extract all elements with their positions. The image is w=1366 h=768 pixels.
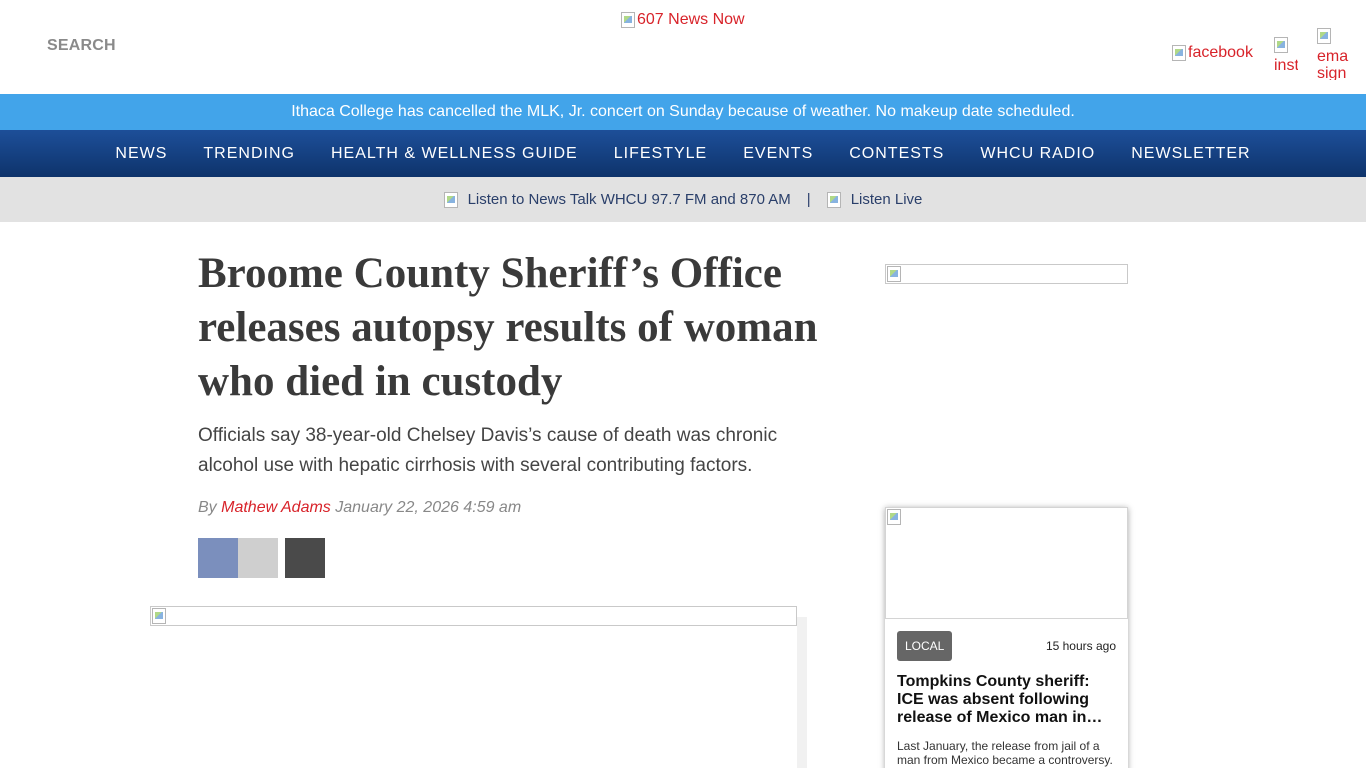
play-icon [826,191,841,208]
listen-station-link[interactable]: Listen to News Talk WHCU 97.7 FM and 870… [443,191,791,208]
logo-alt-text: 607 News Now [637,11,745,28]
broken-image-icon [1317,28,1331,44]
broken-image-icon [887,509,901,525]
broken-image-icon [1274,37,1288,53]
nav-item-newsletter[interactable]: NEWSLETTER [1131,145,1250,163]
broken-image-icon [887,266,901,282]
facebook-link[interactable]: facebook [1172,44,1253,62]
nav-item-trending[interactable]: TRENDING [203,145,295,163]
main-nav: NEWS TRENDING HEALTH & WELLNESS GUIDE LI… [0,130,1366,177]
nav-item-news[interactable]: NEWS [115,145,167,163]
site-logo[interactable]: 607 News Now [621,11,745,29]
listen-live-text: Listen Live [850,191,923,208]
search-link[interactable]: SEARCH [47,37,116,55]
share-facebook-button[interactable] [198,538,238,578]
article-byline: By Mathew Adams January 22, 2026 4:59 am [198,499,521,517]
broken-image-icon [621,12,635,28]
article-date: January 22, 2026 4:59 am [335,499,522,516]
nav-item-lifestyle[interactable]: LIFESTYLE [614,145,707,163]
breaking-news-alert[interactable]: Ithaca College has cancelled the MLK, Jr… [0,94,1366,130]
story-timestamp: 15 hours ago [1045,639,1116,653]
nav-item-whcu-radio[interactable]: WHCU RADIO [980,145,1095,163]
sidebar-story-card[interactable]: LOCAL 15 hours ago Tompkins County sheri… [885,507,1128,768]
radio-icon [443,191,458,208]
story-summary: Last January, the release from jail of a… [897,739,1113,767]
listen-live-link[interactable]: Listen Live [826,191,923,208]
sidebar-ad[interactable] [885,264,1128,284]
article-dek: Officials say 38-year-old Chelsey Davis’… [198,425,778,476]
nav-item-contests[interactable]: CONTESTS [849,145,944,163]
share-twitter-button[interactable] [238,538,278,578]
story-card-image[interactable] [885,507,1128,619]
listen-station-text: Listen to News Talk WHCU 97.7 FM and 870… [467,191,791,208]
nav-item-events[interactable]: EVENTS [743,145,813,163]
instagram-link[interactable]: inst [1274,37,1298,73]
story-title[interactable]: Tompkins County sheriff: ICE was absent … [897,673,1117,727]
story-category-badge[interactable]: LOCAL [897,631,953,661]
broken-image-icon [152,608,166,624]
facebook-alt-text: facebook [1188,44,1253,61]
email-signup-link[interactable]: ema sign [1317,28,1349,80]
share-email-button[interactable] [285,538,325,578]
byline-prefix: By [198,499,217,516]
article-hero-image [150,606,797,626]
share-buttons [198,538,325,578]
site-header: SEARCH 607 News Now facebook inst ema si… [0,0,1366,94]
listen-bar: Listen to News Talk WHCU 97.7 FM and 870… [0,177,1366,222]
nav-item-health-wellness-guide[interactable]: HEALTH & WELLNESS GUIDE [331,145,578,163]
broken-image-icon [1172,45,1186,61]
article-headline: Broome County Sheriff’s Office releases … [198,250,818,405]
email-alt-text: ema sign [1317,48,1349,80]
listen-separator: | [806,191,811,208]
instagram-alt-text: inst [1274,57,1298,73]
hero-side-rail [797,617,807,768]
author-link[interactable]: Mathew Adams [221,499,331,516]
